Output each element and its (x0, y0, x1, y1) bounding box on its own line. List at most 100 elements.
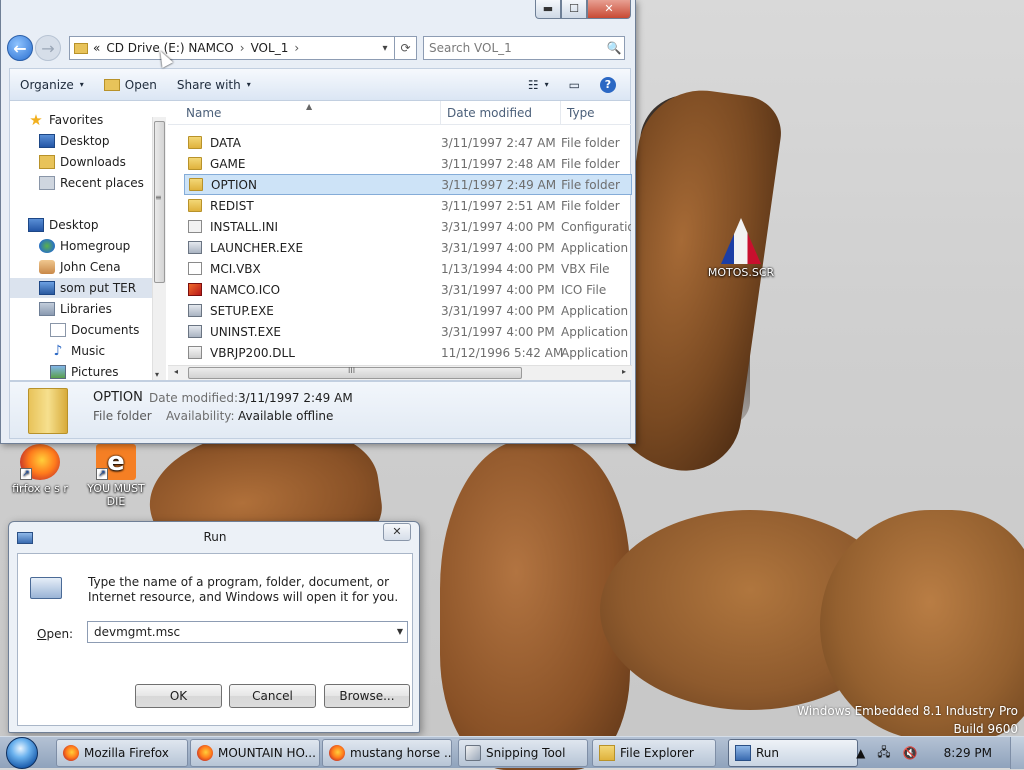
taskbar-item-file-explorer[interactable]: File Explorer (592, 739, 716, 767)
nav-item-pictures[interactable]: Pictures (50, 362, 119, 380)
open-combobox[interactable]: devmgmt.msc ▼ (87, 621, 408, 643)
network-icon[interactable]: 🖧 (877, 743, 890, 764)
share-with-button[interactable]: Share with ▾ (167, 69, 261, 100)
taskbar-item-mustang[interactable]: mustang horse ... (322, 739, 452, 767)
scroll-down-arrow-icon[interactable]: ▾ (155, 370, 159, 379)
file-row[interactable]: MCI.VBX 1/13/1994 4:00 PM VBX File (184, 258, 632, 279)
file-row[interactable]: NAMCO.ICO 3/31/1997 4:00 PM ICO File (184, 279, 632, 300)
column-header-name[interactable]: Name ▲ (168, 101, 441, 125)
taskbar-item-label: Run (756, 746, 780, 760)
nav-item-downloads[interactable]: Downloads (39, 152, 126, 172)
column-header-date[interactable]: Date modified (441, 101, 561, 125)
combobox-dropdown-icon[interactable]: ▼ (397, 622, 403, 642)
nav-scrollbar[interactable]: ≡ ▾ (152, 117, 166, 380)
file-row[interactable]: VBRJP200.DLL 11/12/1996 5:42 AM Applicatio… (184, 342, 632, 363)
close-button[interactable]: ✕ (587, 0, 631, 19)
refresh-button[interactable]: ⟳ (395, 36, 417, 60)
show-hidden-icons-icon[interactable]: ▲ (856, 746, 865, 760)
volume-muted-icon[interactable]: 🔇 (903, 746, 918, 760)
browse-button[interactable]: Browse... (324, 684, 410, 708)
address-dropdown-icon[interactable]: ▾ (376, 43, 394, 54)
nav-item-homegroup[interactable]: Homegroup (39, 236, 130, 256)
file-type-cell: File folder (561, 198, 620, 213)
file-explorer-window: ▬ ☐ ✕ ← → « CD Drive (E:) NAMCO › VOL_1 … (0, 0, 636, 444)
file-name: SETUP.EXE (210, 303, 274, 318)
organize-button[interactable]: Organize ▾ (10, 69, 94, 100)
file-row[interactable]: OPTION 3/11/1997 2:49 AM File folder (184, 174, 632, 195)
file-type-cell: File folder (561, 135, 620, 150)
file-name-cell: LAUNCHER.EXE (184, 241, 441, 255)
taskbar-item-mountain[interactable]: MOUNTAIN HO... (190, 739, 320, 767)
file-row[interactable]: INSTALL.INI 3/31/1997 4:00 PM Configuratio (184, 216, 632, 237)
shortcut-arrow-icon: ↗ (20, 468, 32, 480)
breadcrumb-cd-drive[interactable]: CD Drive (E:) NAMCO (106, 41, 233, 55)
address-bar[interactable]: « CD Drive (E:) NAMCO › VOL_1 › ▾ (69, 36, 395, 60)
nav-item-music[interactable]: ♪ Music (50, 341, 106, 361)
nav-label: Pictures (71, 365, 119, 379)
scroll-grip-icon: ≡ (155, 193, 162, 202)
file-row[interactable]: REDIST 3/11/1997 2:51 AM File folder (184, 195, 632, 216)
user-folder-icon (39, 260, 55, 274)
file-date-cell: 3/31/1997 4:00 PM (441, 240, 555, 255)
breadcrumb-separator-icon[interactable]: › (240, 41, 245, 55)
downloads-icon (39, 155, 55, 169)
details-date-value: 3/11/1997 2:49 AM (238, 391, 353, 405)
nav-item-documents[interactable]: Documents (50, 320, 139, 340)
nav-item-desktop[interactable]: Desktop (39, 131, 110, 151)
breadcrumb-vol1[interactable]: VOL_1 (251, 41, 289, 55)
file-row[interactable]: SETUP.EXE 3/31/1997 4:00 PM Application (184, 300, 632, 321)
folder-icon (28, 388, 68, 434)
preview-pane-button[interactable]: ▭ (559, 78, 590, 92)
breadcrumb-separator-icon[interactable]: › (294, 41, 299, 55)
file-name-cell: GAME (184, 157, 441, 171)
run-close-button[interactable]: ✕ (383, 523, 411, 541)
horizontal-scrollbar[interactable]: ◂ III ▸ (168, 365, 632, 380)
file-name-cell: NAMCO.ICO (184, 283, 441, 297)
nav-item-computer[interactable]: som put TER (10, 278, 152, 298)
search-icon[interactable]: 🔍 (604, 41, 624, 55)
window-controls: ▬ ☐ ✕ (535, 0, 631, 20)
run-program-icon (30, 577, 62, 599)
nav-item-desktop-root[interactable]: Desktop (28, 215, 99, 235)
forward-button[interactable]: → (35, 35, 61, 61)
file-row[interactable]: UNINST.EXE 3/31/1997 4:00 PM Application (184, 321, 632, 342)
nav-item-favorites[interactable]: ★ Favorites (28, 110, 103, 130)
column-header-type[interactable]: Type (561, 101, 632, 125)
nav-item-libraries[interactable]: Libraries (39, 299, 112, 319)
file-row[interactable]: LAUNCHER.EXE 3/31/1997 4:00 PM Application (184, 237, 632, 258)
file-name: REDIST (210, 198, 254, 213)
scroll-left-arrow-icon[interactable]: ◂ (174, 367, 178, 376)
column-headers: Name ▲ Date modified Type (168, 101, 632, 125)
breadcrumb-overflow[interactable]: « (93, 41, 100, 55)
clock[interactable]: 8:29 PM (944, 746, 992, 760)
search-input[interactable]: Search VOL_1 🔍 (423, 36, 625, 60)
taskbar-item-firefox[interactable]: Mozilla Firefox (56, 739, 188, 767)
file-name-cell: VBRJP200.DLL (184, 346, 441, 360)
file-date-cell: 3/11/1997 2:51 AM (441, 198, 556, 213)
open-button[interactable]: Open (94, 69, 167, 100)
taskbar-item-run[interactable]: Run (728, 739, 858, 767)
minimize-button[interactable]: ▬ (535, 0, 561, 19)
help-icon[interactable]: ? (600, 76, 616, 93)
file-name: OPTION (211, 177, 257, 192)
desktop-icon-you-must-die[interactable]: e ↗ YOU MUST DIE (78, 444, 154, 508)
folder-icon (189, 178, 203, 191)
desktop-icon-motos[interactable]: MOTOS.SCR (703, 218, 779, 279)
cancel-button[interactable]: Cancel (229, 684, 316, 708)
change-view-button[interactable]: ☷ ▾ (518, 78, 559, 92)
nav-scroll-thumb[interactable] (154, 121, 165, 283)
nav-item-recent-places[interactable]: Recent places (39, 173, 144, 193)
maximize-button[interactable]: ☐ (561, 0, 587, 19)
start-button[interactable] (6, 737, 46, 769)
file-row[interactable]: GAME 3/11/1997 2:48 AM File folder (184, 153, 632, 174)
scroll-right-arrow-icon[interactable]: ▸ (622, 367, 626, 376)
show-desktop-button[interactable] (1010, 737, 1024, 769)
nav-item-user[interactable]: John Cena (39, 257, 121, 277)
ok-button[interactable]: OK (135, 684, 222, 708)
back-button[interactable]: ← (7, 35, 33, 61)
os-edition: Windows Embedded 8.1 Industry Pro (797, 704, 1018, 718)
exe-file-icon (188, 241, 202, 254)
file-row[interactable]: DATA 3/11/1997 2:47 AM File folder (184, 132, 632, 153)
desktop-icon-firefox[interactable]: ↗ firfox e s r (2, 444, 78, 495)
taskbar-item-snipping-tool[interactable]: Snipping Tool (458, 739, 588, 767)
